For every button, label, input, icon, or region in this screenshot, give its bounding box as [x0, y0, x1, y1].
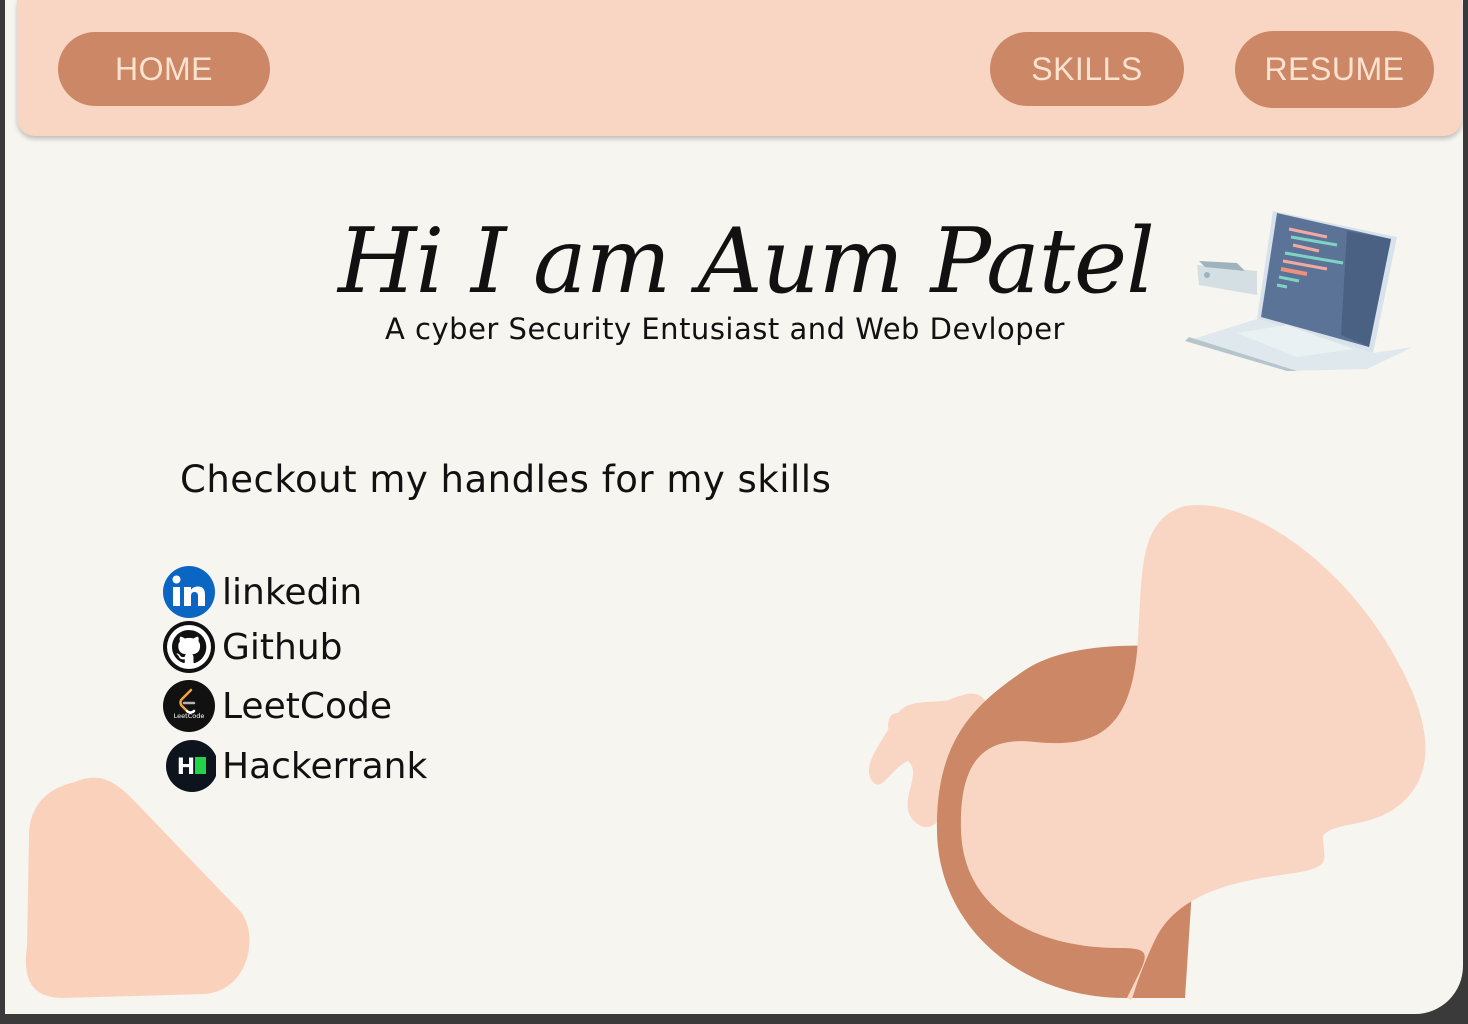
leetcode-link[interactable]: LeetCode LeetCode: [162, 679, 392, 733]
github-label: Github: [222, 626, 343, 668]
home-button[interactable]: HOME: [58, 32, 270, 106]
hero-title: Hi I am Aum Patel: [338, 209, 1155, 314]
page: HOME SKILLS RESUME Hi I am Aum Patel A c…: [5, 0, 1463, 1014]
linkedin-label: linkedin: [222, 571, 363, 613]
resume-button[interactable]: RESUME: [1235, 31, 1434, 108]
handles-heading: Checkout my handles for my skills: [180, 458, 832, 501]
hero-subtitle: A cyber Security Entusiast and Web Devlo…: [385, 312, 1065, 346]
github-icon: [163, 621, 215, 673]
linkedin-icon: [163, 566, 215, 618]
leetcode-icon-text: LeetCode: [174, 712, 205, 720]
leetcode-icon: LeetCode: [163, 680, 215, 732]
leetcode-label: LeetCode: [222, 685, 392, 727]
navbar: HOME SKILLS RESUME: [17, 0, 1462, 136]
decorative-blob-right: [868, 504, 1426, 1000]
linkedin-link[interactable]: linkedin: [162, 565, 362, 619]
skills-button[interactable]: SKILLS: [990, 32, 1184, 106]
decorative-blob-left: [25, 777, 250, 998]
github-link[interactable]: Github: [162, 620, 343, 674]
laptop-illustration: [1185, 211, 1413, 371]
